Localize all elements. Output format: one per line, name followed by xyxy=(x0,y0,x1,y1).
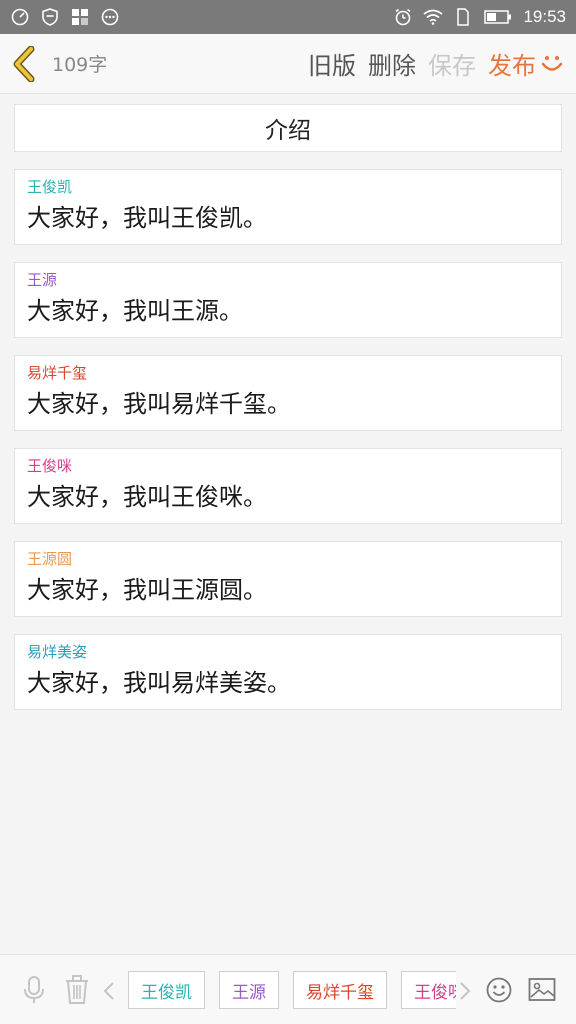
status-right: 19:53 xyxy=(393,7,566,27)
dialogue-card[interactable]: 王俊凯大家好，我叫王俊凯。 xyxy=(14,169,562,245)
chevron-left-icon xyxy=(13,45,35,82)
chevron-right-icon[interactable] xyxy=(458,981,472,1001)
dialogue-text: 大家好，我叫王源圆。 xyxy=(27,576,267,604)
status-time: 19:53 xyxy=(523,7,566,26)
publish-button[interactable]: 发布 xyxy=(488,46,564,81)
more-icon xyxy=(100,7,120,27)
alarm-icon xyxy=(393,7,413,27)
dialogue-text: 大家好，我叫王俊咪。 xyxy=(27,483,267,511)
dialogue-list: 王俊凯 大家好，我叫王俊凯。 王源 大家好，我叫王源。 易烊千玺 大家好，我叫易烊千玺。王… xyxy=(14,169,562,710)
bottom-toolbar: 王俊凯王源易烊千玺王俊咪 xyxy=(0,954,576,1024)
microphone-icon[interactable] xyxy=(22,975,46,1005)
dialogue-text: 大家好，我叫易烊美姿。 xyxy=(27,669,291,697)
status-bar: 19:53 xyxy=(0,0,576,34)
dialogue-card[interactable]: 易烊千玺大家好，我叫易烊千玺。 xyxy=(14,355,562,431)
role-chip[interactable]: 王俊凯 xyxy=(128,971,205,1009)
role-chip[interactable]: 易烊千玺 xyxy=(293,971,387,1009)
smile-icon xyxy=(541,55,563,71)
chevron-left-icon[interactable] xyxy=(102,981,116,1001)
dialogue-text: 大家好，我叫王源。 xyxy=(27,297,243,325)
dialogue-card[interactable]: 易烊美姿大家好，我叫易烊美姿。 xyxy=(14,634,562,710)
speedometer-icon xyxy=(10,7,30,27)
dialogue-text: 大家好，我叫易烊千玺。 xyxy=(27,390,291,418)
publish-label: 发布 xyxy=(488,52,536,80)
speaker-name: 易烊千玺 xyxy=(27,364,88,382)
speaker-name: 易烊美姿 xyxy=(27,643,88,661)
speaker-name: 王俊咪 xyxy=(27,457,73,475)
content-area: 介绍 王俊凯大家好，我叫王俊凯。王源大家好，我叫王源。易烊千玺大家好，我叫易烊千… xyxy=(14,104,562,727)
page-title: 介绍 xyxy=(265,118,311,144)
status-left xyxy=(10,7,120,27)
emoji-icon[interactable] xyxy=(486,977,512,1003)
dialogue-text: 大家好，我叫王俊凯。 xyxy=(27,204,267,232)
top-bar: 109字 旧版 删除 保存 发布 xyxy=(0,34,576,94)
header-actions: 旧版 删除 保存 发布 xyxy=(308,46,576,81)
dialogue-card[interactable]: 王源圆大家好，我叫王源圆。 xyxy=(14,541,562,617)
role-chip[interactable]: 王俊咪 xyxy=(401,971,456,1009)
sim-icon xyxy=(453,7,473,27)
save-button[interactable]: 保存 xyxy=(428,46,476,81)
shield-icon xyxy=(40,7,60,27)
trash-icon[interactable] xyxy=(64,975,90,1005)
role-chip[interactable]: 王源 xyxy=(219,971,279,1009)
apps-icon xyxy=(70,7,90,27)
delete-button[interactable]: 删除 xyxy=(368,46,416,81)
speaker-name: 王俊凯 xyxy=(27,178,73,196)
back-button[interactable] xyxy=(0,34,48,94)
speaker-name: 王源 xyxy=(27,271,58,289)
title-field[interactable]: 介绍 xyxy=(14,104,562,152)
speaker-name: 王源圆 xyxy=(27,550,73,568)
dialogue-card[interactable]: 王俊咪大家好，我叫王俊咪。 xyxy=(14,448,562,524)
old-version-button[interactable]: 旧版 xyxy=(308,46,356,81)
role-chips: 王俊凯王源易烊千玺王俊咪 xyxy=(128,971,456,1011)
word-count: 109字 xyxy=(52,54,108,76)
dialogue-card[interactable]: 王源大家好，我叫王源。 xyxy=(14,262,562,338)
battery-icon xyxy=(483,7,513,27)
image-icon[interactable] xyxy=(528,977,556,1003)
wifi-icon xyxy=(423,7,443,27)
